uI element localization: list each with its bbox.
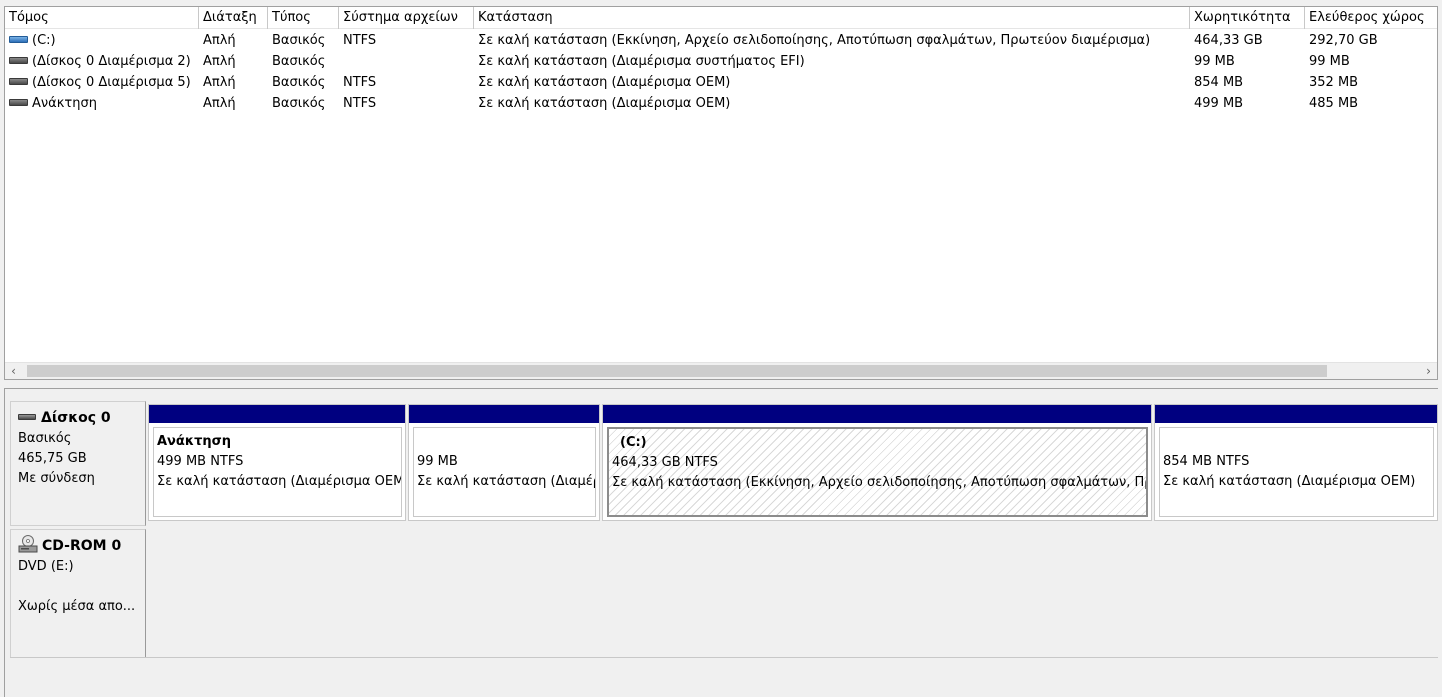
cdrom-0-label[interactable]: CD-ROM 0 DVD (E:) Χωρίς μέσα απο... xyxy=(10,529,146,659)
partition-efi[interactable]: 99 MB Σε καλή κατάσταση (Διαμέρισμα συστ… xyxy=(408,404,600,521)
disk-icon xyxy=(18,413,36,420)
column-header-type[interactable]: Τύπος xyxy=(268,7,339,29)
volume-status: Σε καλή κατάσταση (Διαμέρισμα συστήματος… xyxy=(478,54,805,69)
partition-size: 854 MB NTFS xyxy=(1163,454,1250,469)
table-row[interactable]: (Δίσκος 0 Διαμέρισμα 5) Απλή Βασικός NTF… xyxy=(5,72,1437,93)
volume-filesystem: NTFS xyxy=(343,33,377,48)
horizontal-scrollbar[interactable]: ‹ › xyxy=(5,362,1437,379)
column-header-volume[interactable]: Τόμος xyxy=(5,7,199,29)
disk-map-pane: Δίσκος 0 Βασικός 465,75 GB Με σύνδεση Αν… xyxy=(4,388,1438,697)
partition-bar xyxy=(1155,405,1437,423)
partition-name: Ανάκτηση xyxy=(157,434,232,449)
partition-size: 499 MB NTFS xyxy=(157,454,244,469)
volume-name: Ανάκτηση xyxy=(32,96,97,111)
disk-size: 465,75 GB xyxy=(18,451,87,466)
volume-type: Βασικός xyxy=(272,75,326,90)
volume-name: (Δίσκος 0 Διαμέρισμα 5) xyxy=(32,75,191,90)
volume-status: Σε καλή κατάσταση (Διαμέρισμα OEM) xyxy=(478,75,731,90)
volume-capacity: 499 MB xyxy=(1194,96,1244,111)
partition-recovery[interactable]: Ανάκτηση 499 MB NTFS Σε καλή κατάσταση (… xyxy=(148,404,406,521)
cdrom-0-row: CD-ROM 0 DVD (E:) Χωρίς μέσα απο... xyxy=(10,529,1438,661)
partition-status: Σε καλή κατάσταση (Διαμέρισμα OEM) xyxy=(1163,474,1416,489)
gray-volume-icon xyxy=(9,78,28,85)
volume-free-space: 99 MB xyxy=(1309,54,1350,69)
partition-oem[interactable]: 854 MB NTFS Σε καλή κατάσταση (Διαμέρισμ… xyxy=(1154,404,1438,521)
volume-capacity: 99 MB xyxy=(1194,54,1235,69)
volume-status: Σε καλή κατάσταση (Εκκίνηση, Αρχείο σελι… xyxy=(478,33,1151,48)
partition-name: (C:) xyxy=(620,435,647,450)
column-header-status[interactable]: Κατάσταση xyxy=(474,7,1190,29)
volume-name: (C:) xyxy=(32,33,56,48)
partition-name xyxy=(417,432,595,452)
volume-type: Βασικός xyxy=(272,96,326,111)
table-row[interactable]: (Δίσκος 0 Διαμέρισμα 2) Απλή Βασικός Σε … xyxy=(5,51,1437,72)
partition-size: 99 MB xyxy=(417,454,458,469)
gray-volume-icon xyxy=(9,99,28,106)
volume-free-space: 292,70 GB xyxy=(1309,33,1378,48)
volume-filesystem: NTFS xyxy=(343,75,377,90)
volume-free-space: 485 MB xyxy=(1309,96,1359,111)
partition-status: Σε καλή κατάσταση (Εκκίνηση, Αρχείο σελι… xyxy=(612,475,1146,490)
volume-free-space: 352 MB xyxy=(1309,75,1359,90)
cdrom-0-media-area[interactable] xyxy=(147,529,1438,659)
disk-0-label[interactable]: Δίσκος 0 Βασικός 465,75 GB Με σύνδεση xyxy=(10,401,146,526)
cdrom-media-status: Χωρίς μέσα απο... xyxy=(18,599,136,614)
partition-bar xyxy=(149,405,405,423)
table-row[interactable]: (C:) Απλή Βασικός NTFS Σε καλή κατάσταση… xyxy=(5,30,1437,51)
volume-capacity: 464,33 GB xyxy=(1194,33,1263,48)
disk-status: Με σύνδεση xyxy=(18,471,95,486)
volume-capacity: 854 MB xyxy=(1194,75,1244,90)
volume-filesystem: NTFS xyxy=(343,96,377,111)
volume-layout: Απλή xyxy=(203,54,236,69)
partition-status: Σε καλή κατάσταση (Διαμέρισμα OEM) xyxy=(157,474,402,489)
blue-volume-icon xyxy=(9,36,28,43)
volume-layout: Απλή xyxy=(203,96,236,111)
disk-type: Βασικός xyxy=(18,431,72,446)
volume-list[interactable]: Τόμος Διάταξη Τύπος Σύστημα αρχείων Κατά… xyxy=(4,6,1438,380)
column-header-free-space[interactable]: Ελεύθερος χώρος xyxy=(1305,7,1437,29)
volume-type: Βασικός xyxy=(272,54,326,69)
table-row[interactable]: Ανάκτηση Απλή Βασικός NTFS Σε καλή κατάσ… xyxy=(5,93,1437,114)
volume-list-header: Τόμος Διάταξη Τύπος Σύστημα αρχείων Κατά… xyxy=(5,7,1437,29)
partition-bar xyxy=(603,405,1151,423)
cdrom-drive-letter: DVD (E:) xyxy=(18,559,74,574)
partition-status: Σε καλή κατάσταση (Διαμέρισμα συστήματος… xyxy=(417,474,595,489)
volume-status: Σε καλή κατάσταση (Διαμέρισμα OEM) xyxy=(478,96,731,111)
volume-layout: Απλή xyxy=(203,75,236,90)
partition-c-drive[interactable]: (C:) 464,33 GB NTFS Σε καλή κατάσταση (Ε… xyxy=(602,404,1152,521)
volume-name: (Δίσκος 0 Διαμέρισμα 2) xyxy=(32,54,191,69)
volume-layout: Απλή xyxy=(203,33,236,48)
disk-0-row: Δίσκος 0 Βασικός 465,75 GB Με σύνδεση Αν… xyxy=(10,401,1438,526)
scroll-left-icon[interactable]: ‹ xyxy=(5,363,22,379)
gray-volume-icon xyxy=(9,57,28,64)
cdrom-title: CD-ROM 0 xyxy=(42,538,122,554)
volume-filesystem xyxy=(339,51,474,72)
column-header-layout[interactable]: Διάταξη xyxy=(199,7,268,29)
partition-size: 464,33 GB NTFS xyxy=(612,455,718,470)
disk-map-empty-area xyxy=(10,657,1438,697)
scrollbar-thumb[interactable] xyxy=(27,365,1327,377)
cd-drive-icon xyxy=(18,534,38,552)
scroll-right-icon[interactable]: › xyxy=(1420,363,1437,379)
column-header-filesystem[interactable]: Σύστημα αρχείων xyxy=(339,7,474,29)
partition-name xyxy=(1163,432,1433,452)
disk-title: Δίσκος 0 xyxy=(41,410,111,426)
partition-bar xyxy=(409,405,599,423)
column-header-capacity[interactable]: Χωρητικότητα xyxy=(1190,7,1305,29)
volume-type: Βασικός xyxy=(272,33,326,48)
